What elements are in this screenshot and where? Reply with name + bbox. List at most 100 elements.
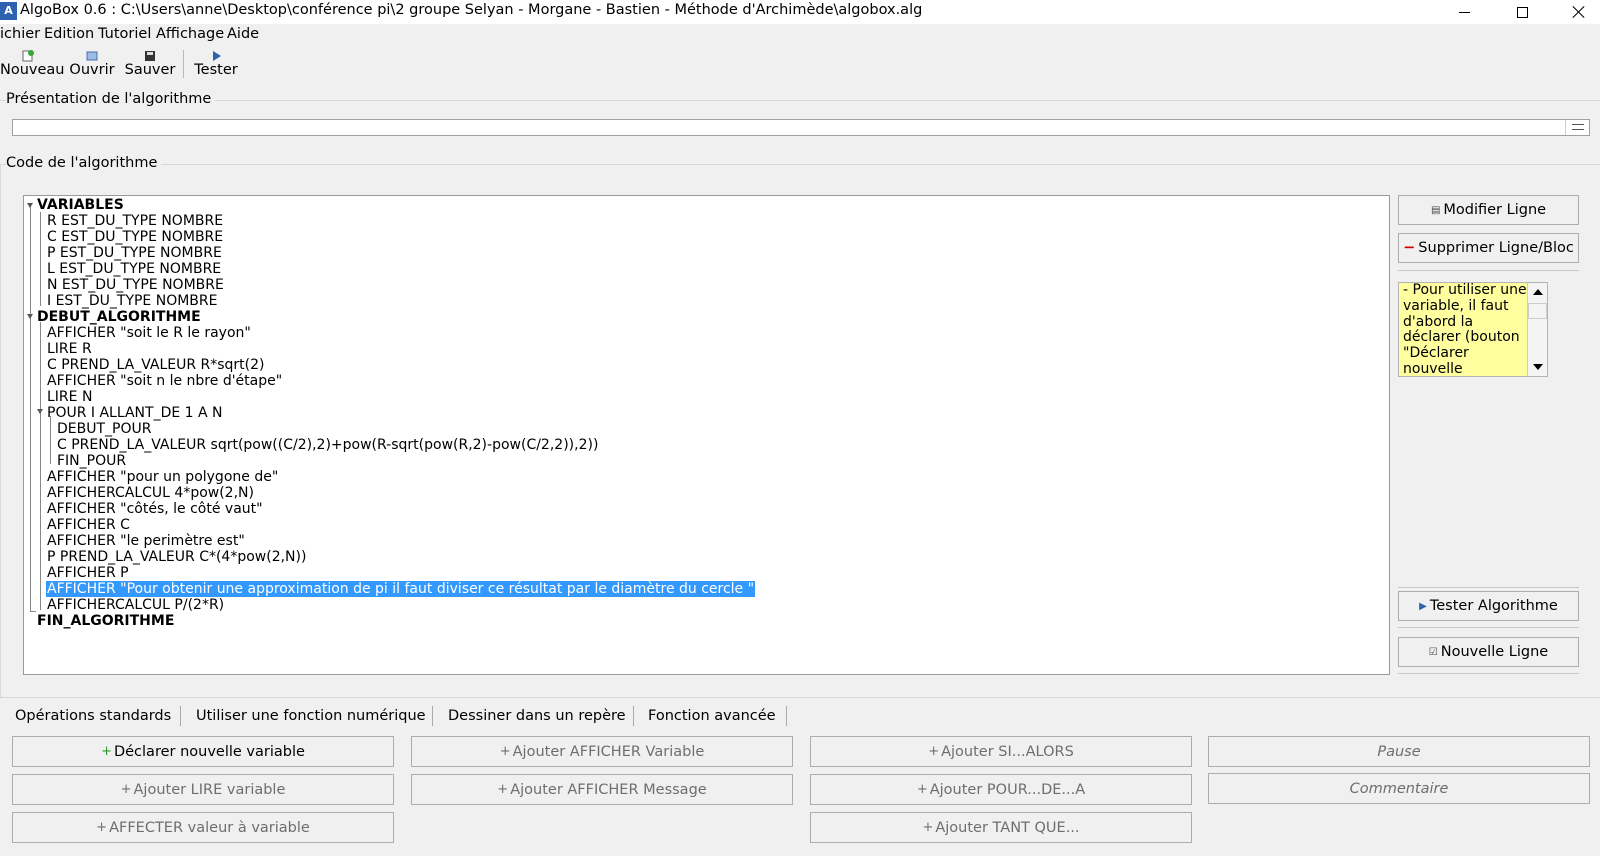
tab-dessiner-repere[interactable]: Dessiner dans un repère [448, 708, 626, 724]
tab-operations-standards[interactable]: Opérations standards [15, 708, 171, 724]
tab-separator [432, 706, 433, 726]
checkbox-icon: ☑ [1428, 646, 1438, 658]
scroll-down-icon[interactable] [1533, 364, 1543, 370]
read-variable-button[interactable]: + Ajouter LIRE variable [12, 774, 394, 805]
scroll-thumb[interactable] [1528, 303, 1547, 319]
code-tree[interactable]: VARIABLES R EST_DU_TYPE NOMBRE C EST_DU_… [23, 195, 1390, 675]
print-message-button[interactable]: + Ajouter AFFICHER Message [411, 774, 793, 805]
tree-line[interactable]: I EST_DU_TYPE NOMBRE [47, 293, 217, 309]
menu-affichage[interactable]: Affichage [156, 26, 224, 42]
tab-separator [633, 706, 634, 726]
save-label: Sauver [124, 62, 176, 78]
maximize-button[interactable] [1500, 0, 1544, 24]
play-icon: ▶ [1419, 600, 1427, 612]
tree-line[interactable]: AFFICHER "soit le R le rayon" [47, 325, 251, 341]
tree-line[interactable]: N EST_DU_TYPE NOMBRE [47, 277, 224, 293]
plus-icon: + [120, 782, 132, 797]
app-icon: A [0, 2, 17, 20]
presentation-field[interactable] [12, 119, 1590, 136]
play-icon [193, 48, 239, 62]
tab-bar: Opérations standards Utiliser une foncti… [0, 701, 1600, 731]
declare-variable-button[interactable]: + Déclarer nouvelle variable [12, 736, 394, 767]
close-button[interactable] [1556, 0, 1600, 24]
tree-line[interactable]: AFFICHERCALCUL P/(2*R) [47, 597, 224, 613]
add-if-button[interactable]: + Ajouter SI...ALORS [810, 736, 1192, 767]
tree-line[interactable]: LIRE R [47, 341, 92, 357]
new-line-button[interactable]: ☑ Nouvelle Ligne [1398, 637, 1579, 667]
add-for-button[interactable]: + Ajouter POUR...DE...A [810, 774, 1192, 805]
code-group-bottom [0, 697, 1600, 698]
test-algorithm-button[interactable]: ▶ Tester Algorithme [1398, 591, 1579, 621]
tree-line[interactable]: L EST_DU_TYPE NOMBRE [47, 261, 221, 277]
tree-line[interactable]: AFFICHER "le perimètre est" [47, 533, 245, 549]
tree-line[interactable]: C PREND_LA_VALEUR sqrt(pow((C/2),2)+pow(… [57, 437, 598, 453]
print-message-label: Ajouter AFFICHER Message [510, 781, 707, 798]
tree-line[interactable]: AFFICHER "pour un polygone de" [47, 469, 278, 485]
tree-connector [30, 611, 36, 612]
tree-line[interactable]: AFFICHERCALCUL 4*pow(2,N) [47, 485, 254, 501]
expand-pour-icon[interactable] [37, 409, 43, 414]
plus-icon: + [916, 782, 928, 797]
declare-variable-label: Déclarer nouvelle variable [113, 743, 305, 760]
pause-button[interactable]: Pause [1208, 736, 1590, 767]
menu-edition[interactable]: Edition [44, 26, 94, 42]
print-variable-button[interactable]: + Ajouter AFFICHER Variable [411, 736, 793, 767]
tab-fonction-numerique[interactable]: Utiliser une fonction numérique [196, 708, 426, 724]
menu-fichier[interactable]: ichier [0, 26, 40, 42]
tree-node-fin-algorithme[interactable]: FIN_ALGORITHME [37, 613, 174, 629]
code-group-border [0, 164, 1, 698]
tree-line[interactable]: P PREND_LA_VALEUR C*(4*pow(2,N)) [47, 549, 306, 565]
help-scrollbar[interactable] [1527, 283, 1547, 376]
close-icon [1571, 5, 1585, 19]
window-title: AlgoBox 0.6 : C:\Users\anne\Desktop\conf… [20, 2, 923, 18]
plus-icon: + [96, 820, 108, 835]
edit-icon: ▤ [1430, 204, 1441, 216]
comment-button[interactable]: Commentaire [1208, 773, 1590, 804]
expand-variables-icon[interactable] [27, 203, 33, 208]
modify-line-button[interactable]: ▤ Modifier Ligne [1398, 195, 1579, 225]
open-button[interactable]: Ouvrir [68, 48, 116, 78]
test-button[interactable]: Tester [193, 48, 239, 78]
new-button[interactable]: Nouveau [0, 48, 65, 78]
minimize-button[interactable] [1442, 0, 1486, 24]
assign-variable-button[interactable]: + AFFECTER valeur à variable [12, 812, 394, 843]
tree-node-debut-algorithme[interactable]: DEBUT_ALGORITHME [37, 309, 201, 325]
tree-line[interactable]: FIN_POUR [57, 453, 126, 469]
tree-line[interactable]: AFFICHER C [47, 517, 130, 533]
delete-line-button[interactable]: − Supprimer Ligne/Bloc [1398, 233, 1579, 263]
tree-node-pour[interactable]: POUR I ALLANT_DE 1 A N [47, 405, 223, 421]
presentation-group-title: Présentation de l'algorithme [6, 91, 216, 107]
side-separator [1398, 270, 1579, 271]
scroll-up-icon[interactable] [1533, 289, 1543, 295]
new-line-label: Nouvelle Ligne [1440, 644, 1549, 660]
tab-separator [180, 706, 181, 726]
tree-line[interactable]: C PREND_LA_VALEUR R*sqrt(2) [47, 357, 265, 373]
assign-variable-label: AFFECTER valeur à variable [109, 819, 310, 836]
tree-line[interactable]: C EST_DU_TYPE NOMBRE [47, 229, 223, 245]
side-separator [1398, 587, 1579, 588]
add-while-label: Ajouter TANT QUE... [935, 819, 1080, 836]
code-group-frame [0, 164, 1600, 165]
tab-fonction-avancee[interactable]: Fonction avancée [648, 708, 776, 724]
tree-node-variables[interactable]: VARIABLES [37, 197, 124, 213]
tree-line[interactable]: AFFICHER P [47, 565, 129, 581]
add-for-label: Ajouter POUR...DE...A [929, 781, 1086, 798]
tree-line[interactable]: R EST_DU_TYPE NOMBRE [47, 213, 223, 229]
tree-line[interactable]: DEBUT_POUR [57, 421, 151, 437]
resize-handle-icon[interactable] [1565, 120, 1589, 135]
save-button[interactable]: Sauver [124, 48, 176, 78]
tree-line-selected[interactable]: AFFICHER "Pour obtenir une approximation… [46, 581, 756, 597]
plus-icon: + [101, 744, 112, 759]
tree-line[interactable]: AFFICHER "côtés, le côté vaut" [47, 501, 263, 517]
tree-line[interactable]: LIRE N [47, 389, 92, 405]
menu-tutoriel[interactable]: Tutoriel [98, 26, 151, 42]
save-icon [124, 48, 176, 62]
expand-debut-icon[interactable] [27, 314, 33, 319]
tree-line[interactable]: AFFICHER "soit n le nbre d'étape" [47, 373, 282, 389]
plus-icon: + [499, 744, 511, 759]
minus-icon: − [1403, 240, 1416, 256]
add-while-button[interactable]: + Ajouter TANT QUE... [810, 812, 1192, 843]
menu-aide[interactable]: Aide [227, 26, 259, 42]
tree-line[interactable]: P EST_DU_TYPE NOMBRE [47, 245, 222, 261]
toolbar: Nouveau Ouvrir Sauver Tester [0, 46, 1600, 84]
